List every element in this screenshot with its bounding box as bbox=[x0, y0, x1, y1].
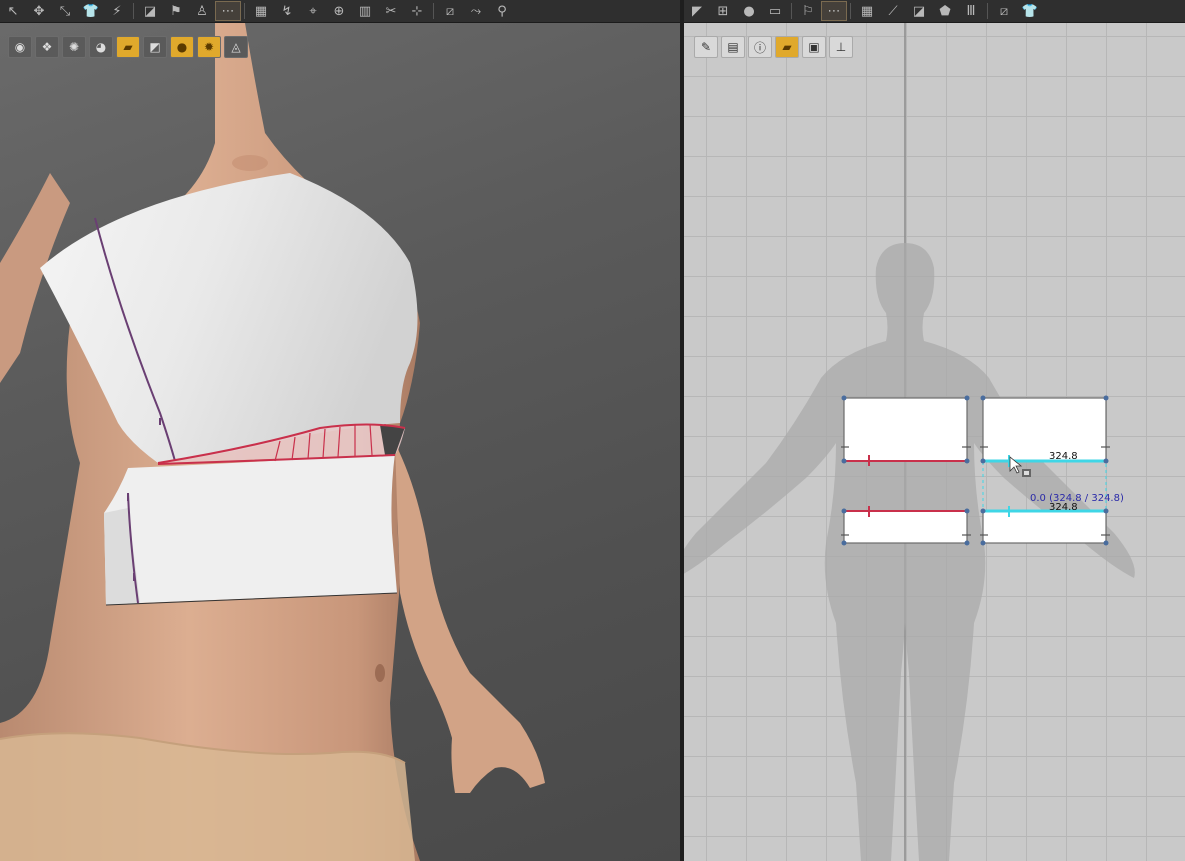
brush-icon[interactable]: ✎ bbox=[694, 36, 718, 58]
avatar-navel bbox=[375, 664, 385, 682]
viewport-2d[interactable]: 324.8 0.0 (324.8 / 324.8) 324.8 ✎ ▤ ⓘ ▰ ▣ ⊥ bbox=[684, 23, 1185, 861]
pattern-piece-back-upper[interactable] bbox=[982, 397, 1107, 467]
toolbar-separator bbox=[433, 3, 434, 19]
pin-icon[interactable]: ⌖ bbox=[300, 1, 326, 21]
pattern-piece-back-lower[interactable] bbox=[982, 506, 1107, 544]
avatar-silhouette bbox=[684, 243, 1135, 861]
toolbar-3d: ↖ ✥ ⤡ 👕 ⚡ ◪ ⚑ ♙ ⋯ ▦ ↯ ⌖ ⊕ ▥ ✂ ⊹ ⧄ ⤳ ⚲ bbox=[0, 0, 680, 23]
subtoolbar-2d: ✎ ▤ ⓘ ▰ ▣ ⊥ bbox=[694, 36, 853, 58]
tack-icon[interactable]: ↯ bbox=[274, 1, 300, 21]
zipper-icon[interactable]: ▥ bbox=[352, 1, 378, 21]
shirt-display-icon[interactable]: ▣ bbox=[802, 36, 826, 58]
trim-icon[interactable]: ✂ bbox=[378, 1, 404, 21]
toolbar-separator bbox=[850, 3, 851, 19]
segment-sewing-icon[interactable]: ⋯ bbox=[821, 1, 847, 21]
grid-icon[interactable]: ▦ bbox=[854, 1, 880, 21]
measure-label-upper: 324.8 bbox=[1049, 451, 1078, 462]
show-pattern-icon[interactable]: ▰ bbox=[775, 36, 799, 58]
measure-icon[interactable]: ⊹ bbox=[404, 1, 430, 21]
show-avatar-icon[interactable]: ✹ bbox=[197, 36, 221, 58]
magic-wand-icon[interactable]: ⚡ bbox=[104, 1, 130, 21]
walk-icon[interactable]: ⚲ bbox=[489, 1, 515, 21]
tape-icon[interactable]: ⧄ bbox=[991, 1, 1017, 21]
fold-icon[interactable]: ◪ bbox=[906, 1, 932, 21]
toolbar-separator bbox=[244, 3, 245, 19]
tape-icon[interactable]: ⧄ bbox=[437, 1, 463, 21]
toolbar-2d: ◤ ⊞ ● ▭ ⚐ ⋯ ▦ ⟋ ◪ ⬟ Ⅲ ⧄ 👕 bbox=[684, 0, 1185, 23]
measure-label-lower: 324.8 bbox=[1049, 502, 1078, 513]
transform-icon[interactable]: ⤡ bbox=[52, 1, 78, 21]
select-icon[interactable]: ↖ bbox=[0, 1, 26, 21]
internal-line-icon[interactable]: ⟋ bbox=[880, 1, 906, 21]
trace-icon[interactable]: ⬟ bbox=[932, 1, 958, 21]
viewport-3d[interactable]: ◉ ❖ ✺ ◕ ▰ ◩ ● ✹ ◬ bbox=[0, 23, 680, 861]
move-icon[interactable]: ✥ bbox=[26, 1, 52, 21]
pleat-icon[interactable]: Ⅲ bbox=[958, 1, 984, 21]
fold-icon[interactable]: ◪ bbox=[137, 1, 163, 21]
pin-tool-icon[interactable]: ✺ bbox=[62, 36, 86, 58]
toolbar-separator bbox=[987, 3, 988, 19]
avatar-eye-icon[interactable]: ◕ bbox=[89, 36, 113, 58]
dart-icon[interactable]: ⚐ bbox=[795, 1, 821, 21]
garment-lower-piece[interactable] bbox=[104, 453, 397, 605]
texture-icon[interactable]: ❖ bbox=[35, 36, 59, 58]
info-icon[interactable]: ⓘ bbox=[748, 36, 772, 58]
shirt-icon[interactable]: 👕 bbox=[1017, 1, 1043, 21]
mesh-icon[interactable]: ◩ bbox=[143, 36, 167, 58]
basket-icon[interactable]: ◬ bbox=[224, 36, 248, 58]
grid-icon[interactable]: ▦ bbox=[248, 1, 274, 21]
pattern-icon[interactable]: ▤ bbox=[721, 36, 745, 58]
garment-icon[interactable]: 👕 bbox=[78, 1, 104, 21]
toolbar-separator bbox=[133, 3, 134, 19]
avatar-icon[interactable]: ♙ bbox=[189, 1, 215, 21]
avatar-skin-icon[interactable]: ● bbox=[170, 36, 194, 58]
ruler-icon[interactable]: ⊥ bbox=[829, 36, 853, 58]
subtoolbar-3d: ◉ ❖ ✺ ◕ ▰ ◩ ● ✹ ◬ bbox=[8, 36, 248, 58]
transform-pattern-icon[interactable]: ⊞ bbox=[710, 1, 736, 21]
avatar-scene bbox=[0, 23, 545, 861]
edit-pattern-icon[interactable]: ◤ bbox=[684, 1, 710, 21]
pattern-piece-front-lower[interactable] bbox=[843, 506, 968, 544]
toolbar-separator bbox=[791, 3, 792, 19]
rectangle-icon[interactable]: ▭ bbox=[762, 1, 788, 21]
pin-target-icon[interactable]: ⊕ bbox=[326, 1, 352, 21]
garment-color-icon[interactable]: ▰ bbox=[116, 36, 140, 58]
avatar-right-arm bbox=[395, 443, 545, 793]
flag-icon[interactable]: ⚑ bbox=[163, 1, 189, 21]
pose-icon[interactable]: ⤳ bbox=[463, 1, 489, 21]
segment-icon[interactable]: ⋯ bbox=[215, 1, 241, 21]
point-icon[interactable]: ● bbox=[736, 1, 762, 21]
pattern-canvas bbox=[684, 23, 1135, 861]
avatar-display-icon[interactable]: ◉ bbox=[8, 36, 32, 58]
pattern-piece-front-upper[interactable] bbox=[843, 397, 968, 466]
